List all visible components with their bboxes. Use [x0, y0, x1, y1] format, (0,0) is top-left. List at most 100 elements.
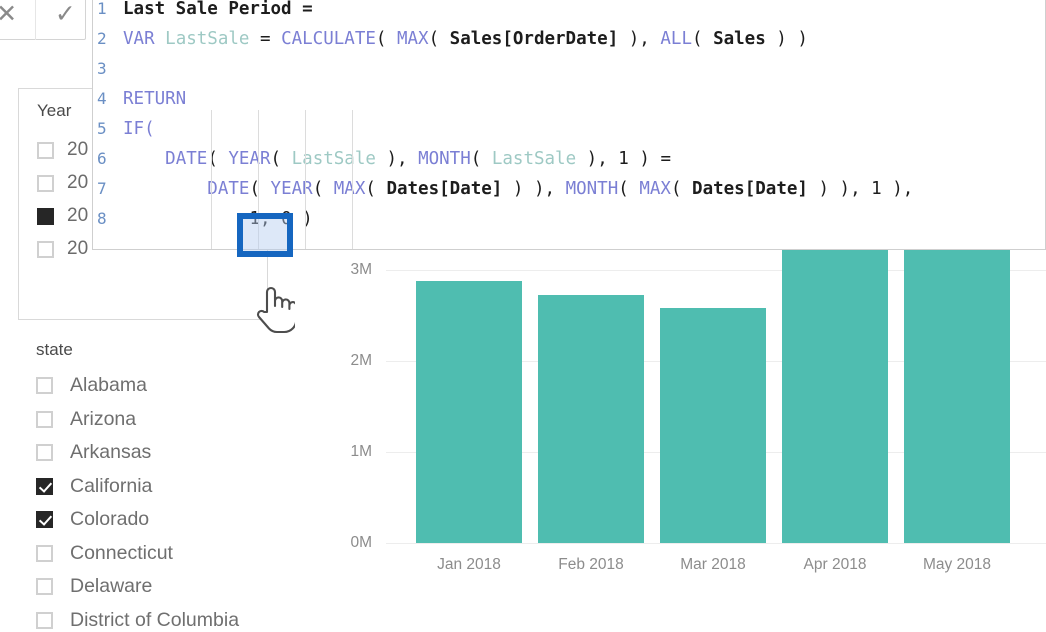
code-line[interactable]: 5 IF( — [93, 114, 1045, 144]
year-slicer-item-label: 20 — [67, 139, 89, 160]
code-token: 1 — [871, 179, 882, 199]
code-token: ), — [576, 149, 619, 169]
code-line-text: IF( — [119, 114, 155, 144]
state-slicer-item[interactable]: Arizona — [36, 408, 136, 431]
state-slicer-item-label: Colorado — [70, 508, 150, 530]
code-token: ( — [618, 179, 640, 199]
state-slicer-item[interactable]: Delaware — [36, 575, 152, 598]
state-slicer-item[interactable]: California — [36, 475, 152, 498]
checkbox-icon[interactable] — [36, 544, 53, 562]
state-slicer-panel[interactable]: state Alabama Arizona Arkansas California Co… — [18, 332, 318, 631]
code-line[interactable]: 6 DATE( YEAR( LastSale ), MONTH( LastSal… — [93, 144, 1045, 174]
code-token: DATE — [165, 149, 208, 169]
y-axis-tick-label: 0M — [350, 534, 372, 551]
code-token: LastSale — [491, 149, 577, 169]
code-token: ( — [249, 179, 271, 199]
checkbox-icon[interactable] — [36, 477, 53, 495]
state-slicer-item-label: District of Columbia — [70, 608, 240, 631]
code-token: Dates[Date] — [692, 179, 808, 199]
code-token: Dates[Date] — [386, 179, 503, 199]
year-slicer-title: Year — [37, 101, 72, 120]
cancel-formula-button[interactable]: ✕ — [0, 1, 17, 27]
state-slicer-item[interactable]: Alabama — [36, 374, 147, 397]
code-line-list[interactable]: 1 Last Sale Period = 2 VAR LastSale = CALCU… — [93, 0, 1045, 234]
toolbar-divider — [35, 0, 37, 40]
code-token: ( — [270, 149, 292, 169]
indent-guide — [352, 110, 353, 249]
checkbox-icon[interactable] — [36, 410, 53, 428]
code-line-text: DATE( YEAR( MAX( Dates[Date] ) ), MONTH(… — [119, 174, 913, 204]
checkbox-icon[interactable] — [36, 377, 53, 394]
checkbox-icon[interactable] — [36, 611, 53, 629]
bar[interactable] — [538, 295, 644, 543]
state-slicer-item[interactable]: Colorado — [36, 508, 149, 531]
state-slicer-item-label: Connecticut — [70, 541, 173, 564]
code-token: ( — [312, 179, 334, 199]
code-token: ( — [428, 29, 450, 49]
code-token: ) — [291, 209, 313, 229]
indent-guide — [305, 110, 306, 249]
checkbox-icon[interactable] — [36, 511, 53, 528]
code-token: 1 — [618, 149, 629, 169]
code-line[interactable]: 8 1, 0 ) — [93, 204, 1045, 234]
selection-fill — [243, 219, 287, 251]
code-token: CALCULATE — [281, 29, 376, 49]
code-token: ( — [375, 29, 397, 49]
code-token: ( — [365, 179, 387, 199]
code-token: VAR — [123, 29, 166, 49]
line-number: 7 — [97, 179, 107, 198]
bar[interactable] — [660, 308, 766, 543]
year-slicer-item[interactable]: 20 — [37, 172, 88, 194]
bar[interactable] — [904, 249, 1010, 543]
code-line[interactable]: 3 — [93, 54, 1045, 84]
code-line[interactable]: 1 Last Sale Period = — [93, 0, 1045, 24]
state-slicer-item[interactable]: District of Columbia — [36, 609, 239, 632]
code-token: = — [259, 29, 282, 49]
monthly-sales-bar-chart[interactable]: 0M 1M 2M 3M Jan 2018 Feb 2018 Mar 2018 Apr 201… — [318, 248, 1046, 580]
state-slicer-item[interactable]: Connecticut — [36, 542, 173, 565]
code-token: MAX — [396, 29, 429, 49]
bar[interactable] — [782, 248, 888, 543]
line-number: 8 — [97, 209, 107, 228]
dax-formula-editor[interactable]: 1 Last Sale Period = 2 VAR LastSale = CALCU… — [92, 0, 1046, 250]
y-axis-tick-label: 1M — [350, 443, 372, 460]
close-icon: ✕ — [0, 0, 18, 28]
year-slicer-item[interactable]: 20 — [37, 238, 88, 260]
year-slicer-item[interactable]: 20 — [37, 139, 88, 161]
checkbox-icon[interactable] — [36, 578, 53, 595]
code-token: YEAR — [228, 149, 271, 169]
year-slicer-item[interactable]: 20 — [37, 205, 88, 227]
state-slicer-item-label: Alabama — [70, 374, 147, 396]
commit-formula-button[interactable]: ✓ — [55, 1, 76, 27]
year-slicer-item-label: 20 — [67, 238, 89, 259]
state-slicer-item-label: Arkansas — [70, 441, 152, 463]
year-slicer-item-label: 20 — [67, 205, 89, 226]
checkbox-icon[interactable] — [37, 174, 54, 192]
code-token: ) = — [628, 149, 671, 169]
code-line[interactable]: 4 RETURN — [93, 84, 1045, 114]
checkbox-icon[interactable] — [37, 240, 54, 258]
y-axis-tick-label: 3M — [350, 261, 372, 278]
bar[interactable] — [416, 280, 522, 543]
year-slicer-item-label: 20 — [67, 172, 89, 193]
state-slicer-item-label: Arizona — [70, 407, 137, 430]
checkbox-icon[interactable] — [37, 141, 54, 159]
code-line-text: VAR LastSale = CALCULATE( MAX( Sales[Ord… — [119, 24, 808, 54]
code-token: ALL — [660, 29, 692, 49]
selection-highlight-box — [237, 213, 293, 257]
state-slicer-item-label: Delaware — [70, 575, 153, 597]
x-axis-tick-label: Jan 2018 — [437, 556, 501, 573]
gridline — [386, 543, 1046, 544]
code-token: YEAR — [270, 179, 313, 199]
code-line[interactable]: 7 DATE( YEAR( MAX( Dates[Date] ) ), MONT… — [93, 174, 1045, 204]
code-token: ), — [618, 29, 661, 49]
checkbox-icon[interactable] — [36, 444, 53, 461]
checkbox-icon[interactable] — [37, 207, 54, 225]
x-axis-tick-label: Apr 2018 — [803, 556, 867, 573]
y-axis-tick-label: 2M — [350, 352, 372, 369]
code-line[interactable]: 2 VAR LastSale = CALCULATE( MAX( Sales[Or… — [93, 24, 1045, 54]
state-slicer-item[interactable]: Arkansas — [36, 441, 151, 464]
code-token: IF( — [123, 119, 155, 139]
